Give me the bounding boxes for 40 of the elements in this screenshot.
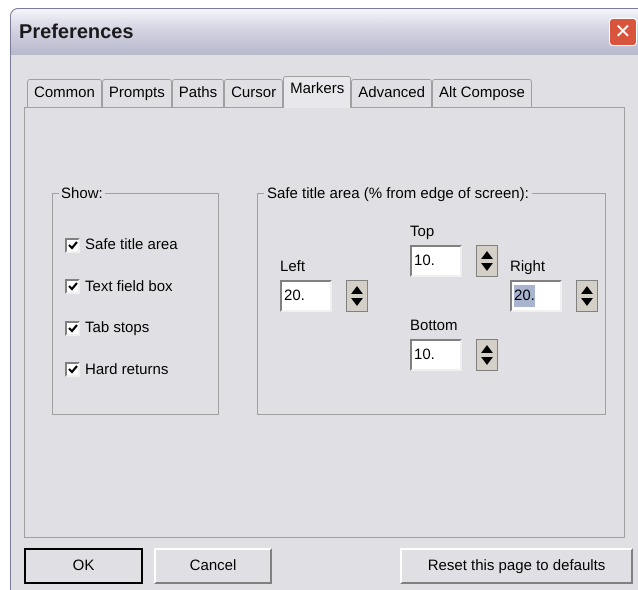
checkbox[interactable] bbox=[65, 238, 80, 253]
window-title: Preferences bbox=[19, 20, 135, 45]
spin-arrows-icon bbox=[350, 284, 364, 308]
number-field[interactable]: 20. bbox=[510, 280, 562, 312]
number-field[interactable]: 10. bbox=[410, 245, 462, 277]
dialog-button[interactable]: OK bbox=[24, 548, 143, 584]
close-button[interactable]: ✕ bbox=[609, 18, 637, 46]
checkbox-row[interactable]: Safe title area bbox=[65, 234, 218, 256]
checkbox-row[interactable]: Hard returns bbox=[65, 358, 218, 381]
spin-buttons[interactable] bbox=[346, 280, 368, 312]
tab[interactable]: Markers bbox=[283, 76, 352, 108]
check-icon bbox=[68, 324, 78, 333]
dialog-button[interactable]: Cancel bbox=[154, 548, 272, 584]
tab[interactable]: Alt Compose bbox=[432, 79, 532, 107]
spin-arrows-icon bbox=[480, 249, 494, 273]
tab[interactable]: Cursor bbox=[224, 79, 284, 107]
check-icon bbox=[68, 240, 78, 250]
spin-buttons[interactable] bbox=[576, 280, 598, 312]
field-label: Left bbox=[280, 259, 306, 274]
spin-arrows-icon bbox=[580, 284, 594, 308]
checkbox[interactable] bbox=[65, 320, 80, 336]
field-label: Right bbox=[510, 259, 546, 274]
checkbox[interactable] bbox=[65, 362, 80, 378]
check-icon bbox=[68, 365, 78, 374]
tab[interactable]: Advanced bbox=[351, 79, 432, 107]
checkbox-row[interactable]: Text field box bbox=[65, 276, 218, 298]
spin-arrows-icon bbox=[480, 343, 494, 367]
spin-buttons[interactable] bbox=[476, 245, 498, 277]
tab[interactable]: Prompts bbox=[102, 79, 172, 107]
number-field[interactable]: 20. bbox=[280, 280, 332, 312]
field-label: Top bbox=[410, 224, 436, 239]
tab[interactable]: Paths bbox=[172, 79, 224, 107]
checkbox-row[interactable]: Tab stops bbox=[65, 317, 218, 340]
number-field[interactable]: 10. bbox=[410, 339, 462, 371]
check-icon bbox=[68, 282, 78, 292]
field-label: Bottom bbox=[410, 318, 459, 333]
checkbox[interactable] bbox=[65, 279, 80, 294]
dialog-button[interactable]: Reset this page to defaults bbox=[400, 548, 633, 584]
spin-buttons[interactable] bbox=[476, 339, 498, 371]
tab[interactable]: Common bbox=[27, 79, 102, 107]
